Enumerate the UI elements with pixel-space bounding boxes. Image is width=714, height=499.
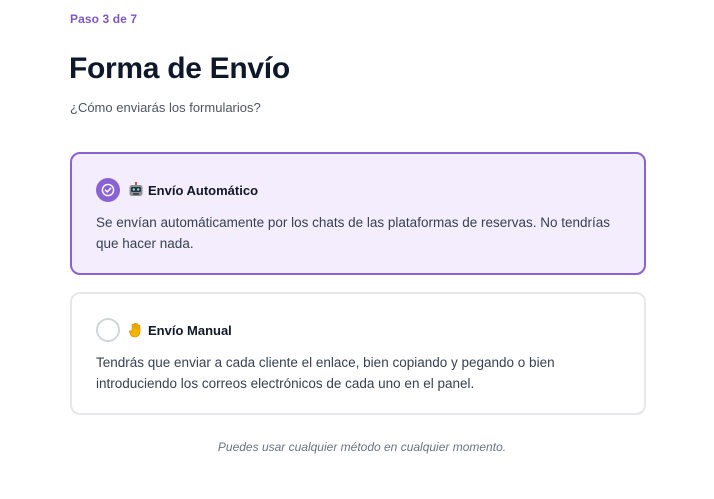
robot-emoji-icon	[128, 182, 144, 198]
raised-hand-emoji-icon	[128, 322, 144, 338]
option-manual-card[interactable]: Envío Manual Tendrás que enviar a cada c…	[70, 292, 646, 415]
radio-empty-icon[interactable]	[96, 318, 120, 342]
footnote: Puedes usar cualquier método en cualquie…	[217, 440, 507, 454]
page-subtitle: ¿Cómo enviarás los formularios?	[70, 100, 261, 115]
option-automatic-card[interactable]: Envío Automático Se envían automáticamen…	[70, 152, 646, 275]
page-title: Forma de Envío	[69, 52, 290, 85]
option-automatic-title: Envío Automático	[148, 182, 259, 198]
option-automatic-description: Se envían automáticamente por los chats …	[96, 215, 611, 251]
option-manual-header: Envío Manual	[96, 318, 232, 342]
step-indicator: Paso 3 de 7	[70, 12, 138, 26]
option-manual-description: Tendrás que enviar a cada cliente el enl…	[96, 355, 555, 391]
check-circle-icon[interactable]	[96, 178, 120, 202]
option-automatic-header: Envío Automático	[96, 178, 258, 202]
option-manual-title: Envío Manual	[148, 322, 232, 338]
